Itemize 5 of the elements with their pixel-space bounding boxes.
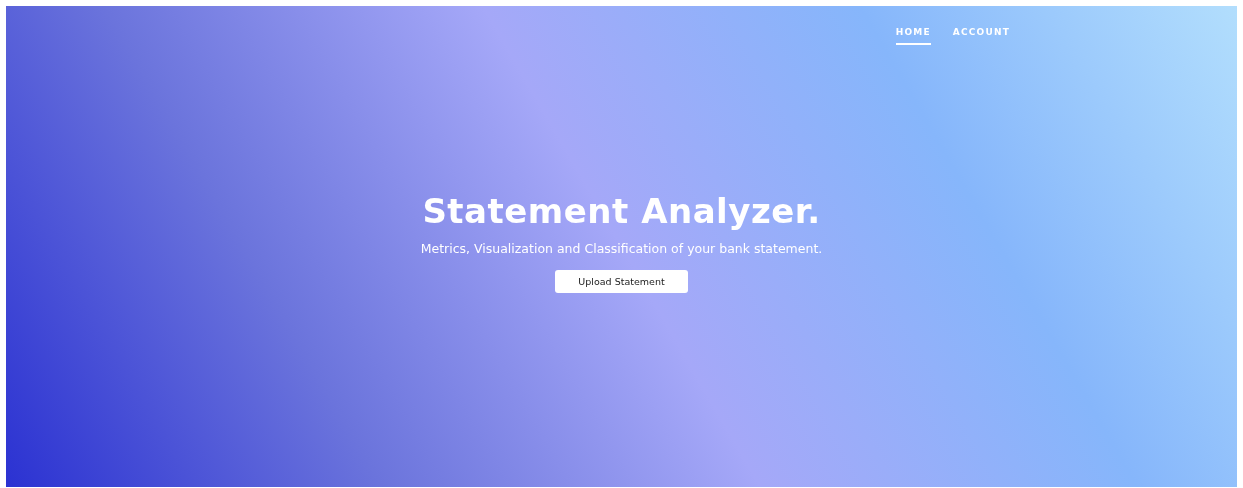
hero-subtitle: Metrics, Visualization and Classification of your bank statement.	[420, 241, 823, 256]
hero-title: Statement Analyzer.	[422, 191, 821, 231]
upload-statement-button[interactable]: Upload Statement	[555, 270, 688, 293]
nav-link[interactable]: ACCOUNT	[952, 27, 1010, 45]
nav-link[interactable]: HOME	[895, 27, 931, 45]
